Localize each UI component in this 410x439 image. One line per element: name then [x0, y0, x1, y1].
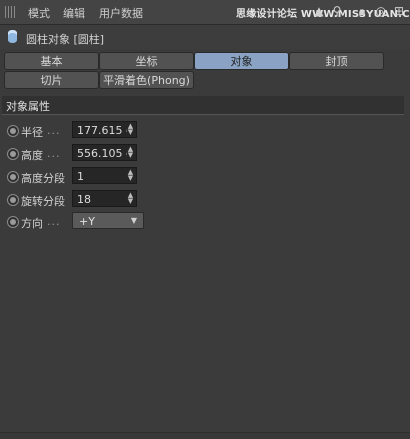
arrow-up-icon[interactable]: ▲ — [312, 4, 326, 18]
animate-radio[interactable] — [7, 216, 19, 228]
menu-mode[interactable]: 模式 — [28, 5, 50, 21]
orientation-value[interactable]: +Y — [79, 215, 95, 228]
animate-radio[interactable] — [7, 194, 19, 206]
orientation-dropdown[interactable]: +Y ▼ — [72, 212, 144, 229]
tab-object[interactable]: 对象 — [194, 52, 289, 70]
object-title: 圆柱对象 [圆柱] — [26, 33, 105, 46]
radius-value[interactable]: 177.615 c — [77, 124, 127, 137]
grip-icon[interactable] — [5, 6, 17, 18]
section-title: 对象属性 — [6, 100, 50, 113]
tab-coord[interactable]: 坐标 — [99, 52, 194, 70]
spinner-icon[interactable]: ▲ ▼ — [127, 169, 134, 182]
prop-row-rotation-segments: 旋转分段 18 ▲ ▼ — [0, 190, 410, 210]
prop-label-height-segments: 高度分段 — [21, 172, 65, 185]
prop-row-height: 高度 ... 556.105 c ▲ ▼ — [0, 144, 410, 164]
tab-slice[interactable]: 切片 — [4, 71, 99, 89]
menu-userdata[interactable]: 用户数据 — [99, 5, 143, 21]
prop-label-rotation-segments: 旋转分段 — [21, 195, 65, 208]
prop-dots: ... — [47, 215, 61, 228]
expand-icon[interactable]: ⊞ — [392, 4, 406, 18]
animate-radio[interactable] — [7, 148, 19, 160]
chevron-down-icon[interactable]: ▼ — [131, 216, 137, 225]
spinner-icon[interactable]: ▲ ▼ — [127, 192, 134, 205]
tab-caps[interactable]: 封顶 — [289, 52, 384, 70]
prop-row-radius: 半径 ... 177.615 c ▲ ▼ — [0, 121, 410, 141]
search-icon[interactable]: ⚲ — [330, 4, 344, 18]
tab-basic[interactable]: 基本 — [4, 52, 99, 70]
menu-edit[interactable]: 编辑 — [63, 5, 85, 21]
prop-row-height-segments: 高度分段 1 ▲ ▼ — [0, 167, 410, 187]
animate-radio[interactable] — [7, 171, 19, 183]
rotation-segments-field[interactable]: 18 ▲ ▼ — [72, 190, 137, 207]
prop-label-height: 高度 — [21, 149, 43, 162]
spinner-icon[interactable]: ▲ ▼ — [127, 123, 134, 136]
prop-label-radius: 半径 — [21, 126, 43, 139]
menu-bar: 模式 编辑 用户数据 思缘设计论坛 WWW.MISSYUAN.COM ▲ ⚲ 🔒… — [0, 0, 410, 25]
object-header: 圆柱对象 [圆柱] — [0, 25, 410, 49]
height-segments-field[interactable]: 1 ▲ ▼ — [72, 167, 137, 184]
prop-label-orientation: 方向 — [21, 217, 43, 230]
prop-row-orientation: 方向 ... +Y ▼ — [0, 212, 410, 232]
height-segments-value[interactable]: 1 — [77, 170, 127, 183]
prop-dots: ... — [47, 124, 61, 137]
height-field[interactable]: 556.105 c ▲ ▼ — [72, 144, 137, 161]
section-header: 对象属性 — [2, 96, 404, 115]
prop-dots: ... — [47, 147, 61, 160]
spinner-icon[interactable]: ▲ ▼ — [127, 146, 134, 159]
animate-radio[interactable] — [7, 125, 19, 137]
height-value[interactable]: 556.105 c — [77, 147, 127, 160]
lock-icon[interactable]: 🔒︎ — [355, 4, 369, 18]
radius-field[interactable]: 177.615 c ▲ ▼ — [72, 121, 137, 138]
target-icon[interactable]: ◎ — [374, 4, 388, 18]
cylinder-icon — [8, 30, 17, 43]
rotation-segments-value[interactable]: 18 — [77, 193, 127, 206]
tab-phong[interactable]: 平滑着色(Phong) — [99, 71, 194, 89]
